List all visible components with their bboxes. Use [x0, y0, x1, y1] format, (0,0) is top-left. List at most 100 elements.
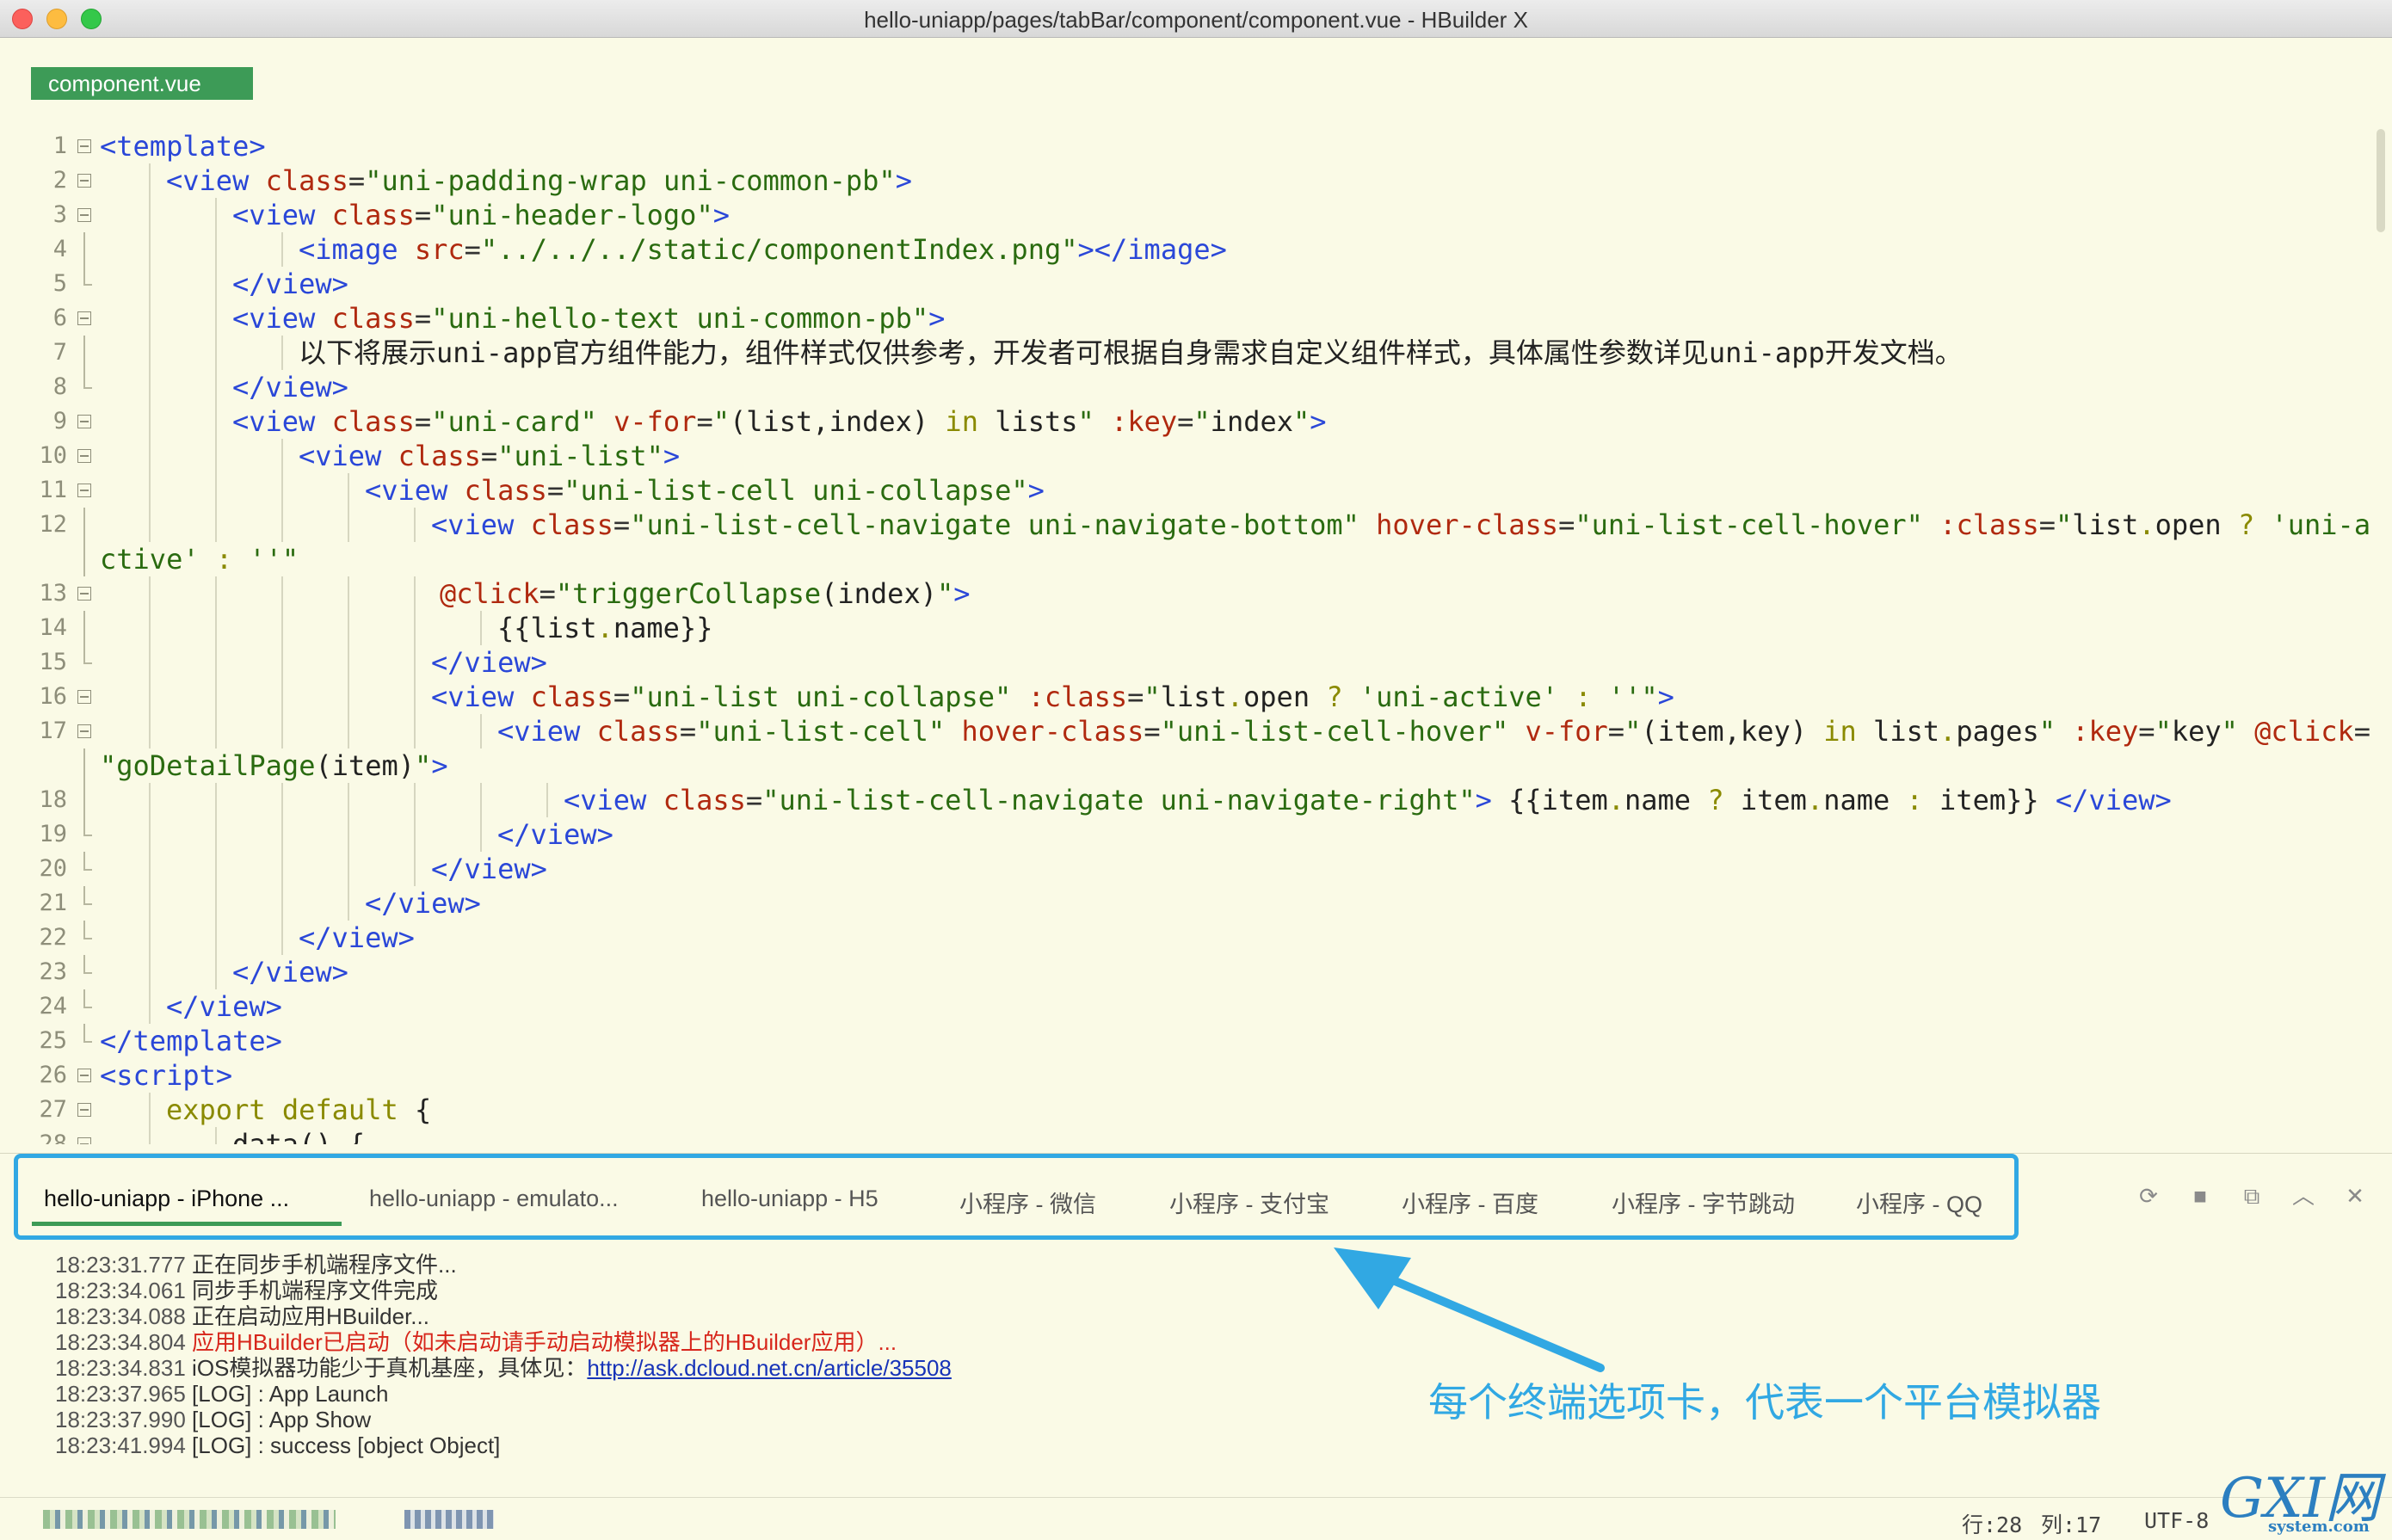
code-text: <view class="uni-card" v-for="(list,inde… [232, 405, 1327, 438]
fold-toggle-icon[interactable] [77, 139, 91, 153]
code-line[interactable]: 27 export default { [0, 1093, 2375, 1127]
log-message: iOS模拟器功能少于真机基座，具体见： [185, 1355, 588, 1381]
fold-toggle-icon[interactable] [77, 449, 91, 463]
code-line[interactable]: 25 </template> [0, 1024, 2375, 1058]
code-line[interactable]: 17 <view class="uni-list-cell" hover-clas… [0, 714, 2375, 748]
code-line[interactable]: 4 <image src="../../../static/componentIn… [0, 232, 2375, 267]
fold-toggle-icon[interactable] [77, 311, 91, 325]
code-line[interactable]: 1 <template> [0, 129, 2375, 163]
code-line[interactable]: 22 </view> [0, 921, 2375, 955]
indent-guide [281, 886, 283, 921]
maximize-icon[interactable]: ︿ [2292, 1185, 2315, 1207]
code-line[interactable]: 2 <view class="uni-padding-wrap uni-commo… [0, 163, 2375, 198]
code-text: </view> [299, 921, 415, 954]
line-number: 15 [39, 649, 67, 675]
code-line[interactable]: "goDetailPage(item)"> [0, 748, 2375, 783]
indent-guide [149, 473, 151, 508]
close-icon[interactable]: ✕ [2344, 1185, 2366, 1207]
line-number: 16 [39, 683, 67, 710]
indent-guide [149, 921, 151, 955]
indent-guide [215, 508, 217, 542]
code-line[interactable]: 11 <view class="uni-list-cell uni-collaps… [0, 473, 2375, 508]
code-line[interactable]: 9 <view class="uni-card" v-for="(list,ind… [0, 404, 2375, 439]
fold-toggle-icon[interactable] [77, 1137, 91, 1144]
code-text: export default { [166, 1093, 432, 1126]
code-line[interactable]: 24 </view> [0, 989, 2375, 1024]
code-text: <view class="uni-padding-wrap uni-common… [166, 164, 912, 197]
indent-guide [215, 714, 217, 748]
code-line[interactable]: 6 <view class="uni-hello-text uni-common-… [0, 301, 2375, 336]
indent-guide [281, 817, 283, 852]
code-line[interactable]: 26 <script> [0, 1058, 2375, 1093]
fold-toggle-icon[interactable] [77, 174, 91, 188]
file-tab-component-vue[interactable]: component.vue [31, 67, 253, 100]
line-number: 10 [39, 442, 67, 469]
console-tab[interactable]: hello-uniapp - iPhone ... [44, 1186, 289, 1212]
indent-guide [281, 508, 283, 542]
console-tab[interactable]: hello-uniapp - H5 [701, 1186, 879, 1212]
code-line[interactable]: 10 <view class="uni-list"> [0, 439, 2375, 473]
code-line[interactable]: 14 {{list.name}} [0, 611, 2375, 645]
code-line[interactable]: 15 </view> [0, 645, 2375, 680]
code-line[interactable]: ctive' : ''" [0, 542, 2375, 576]
indent-guide [215, 198, 217, 232]
code-line[interactable]: 18 <view class="uni-list-cell-navigate un… [0, 783, 2375, 817]
encoding-indicator[interactable]: UTF-8 [2144, 1508, 2209, 1533]
blurred-status-item [43, 1510, 336, 1529]
detach-icon[interactable]: ⧉ [2241, 1185, 2263, 1207]
console-log-line: 18:23:34.831 iOS模拟器功能少于真机基座，具体见：http://a… [55, 1355, 952, 1381]
code-line[interactable]: 19 </view> [0, 817, 2375, 852]
fold-toggle-icon[interactable] [77, 587, 91, 601]
console-tab[interactable]: 小程序 - 百度 [1402, 1186, 1538, 1219]
editor-scrollbar[interactable] [2377, 129, 2385, 232]
cursor-column[interactable]: 列:17 [2041, 1508, 2101, 1539]
code-line[interactable]: 16 <view class="uni-list uni-collapse" :c… [0, 680, 2375, 714]
code-line[interactable]: 21 </view> [0, 886, 2375, 921]
fold-toggle-icon[interactable] [77, 208, 91, 222]
console-tab[interactable]: hello-uniapp - emulato... [369, 1186, 619, 1212]
code-line[interactable]: 23 </view> [0, 955, 2375, 989]
code-text: </view> [431, 646, 547, 679]
indent-guide [149, 301, 151, 336]
code-line[interactable]: 7 以下将展示uni-app官方组件能力，组件样式仅供参考，开发者可根据自身需求自… [0, 336, 2375, 370]
log-message: 正在同步手机端程序文件... [185, 1252, 457, 1278]
code-line[interactable]: 12 <view class="uni-list-cell-navigate un… [0, 508, 2375, 542]
indent-guide [414, 852, 416, 886]
indent-guide [149, 336, 151, 370]
line-number: 4 [52, 236, 67, 262]
code-line[interactable]: 3 <view class="uni-header-logo"> [0, 198, 2375, 232]
log-link[interactable]: http://ask.dcloud.net.cn/article/35508 [587, 1355, 952, 1381]
code-text: </view> [365, 887, 481, 920]
fold-toggle-icon[interactable] [77, 1069, 91, 1082]
fold-toggle-icon[interactable] [77, 724, 91, 738]
cursor-row[interactable]: 行:28 [1962, 1508, 2022, 1539]
code-line[interactable]: 13 @click="triggerCollapse(index)"> [0, 576, 2375, 611]
line-number: 14 [39, 614, 67, 641]
line-number: 18 [39, 786, 67, 813]
console-tab[interactable]: 小程序 - QQ [1856, 1186, 1982, 1219]
indent-guide [348, 576, 349, 611]
indent-guide [348, 817, 349, 852]
stop-icon[interactable]: ■ [2189, 1185, 2211, 1207]
console-tab[interactable]: 小程序 - 支付宝 [1169, 1186, 1329, 1219]
code-line[interactable]: 20 </view> [0, 852, 2375, 886]
fold-toggle-icon[interactable] [77, 415, 91, 428]
indent-guide [414, 645, 416, 680]
code-editor[interactable]: 1 <template> 2 <view class="uni-padding-wra… [0, 120, 2375, 1144]
code-line[interactable]: 5 </view> [0, 267, 2375, 301]
indent-guide [348, 680, 349, 714]
console-tab[interactable]: 小程序 - 微信 [959, 1186, 1096, 1219]
fold-guide [83, 370, 85, 387]
console-tab[interactable]: 小程序 - 字节跳动 [1612, 1186, 1795, 1219]
restart-icon[interactable]: ⟳ [2137, 1185, 2160, 1207]
fold-toggle-icon[interactable] [77, 1103, 91, 1117]
code-text: 以下将展示uni-app官方组件能力，组件样式仅供参考，开发者可根据自身需求自定… [299, 336, 1963, 369]
fold-guide [83, 1024, 85, 1041]
fold-toggle-icon[interactable] [77, 484, 91, 497]
line-number: 7 [52, 339, 67, 366]
fold-toggle-icon[interactable] [77, 690, 91, 704]
code-text: <view class="uni-header-logo"> [232, 199, 730, 231]
code-line[interactable]: 28 data() { [0, 1127, 2375, 1144]
code-line[interactable]: 8 </view> [0, 370, 2375, 404]
code-text: </view> [232, 956, 348, 989]
